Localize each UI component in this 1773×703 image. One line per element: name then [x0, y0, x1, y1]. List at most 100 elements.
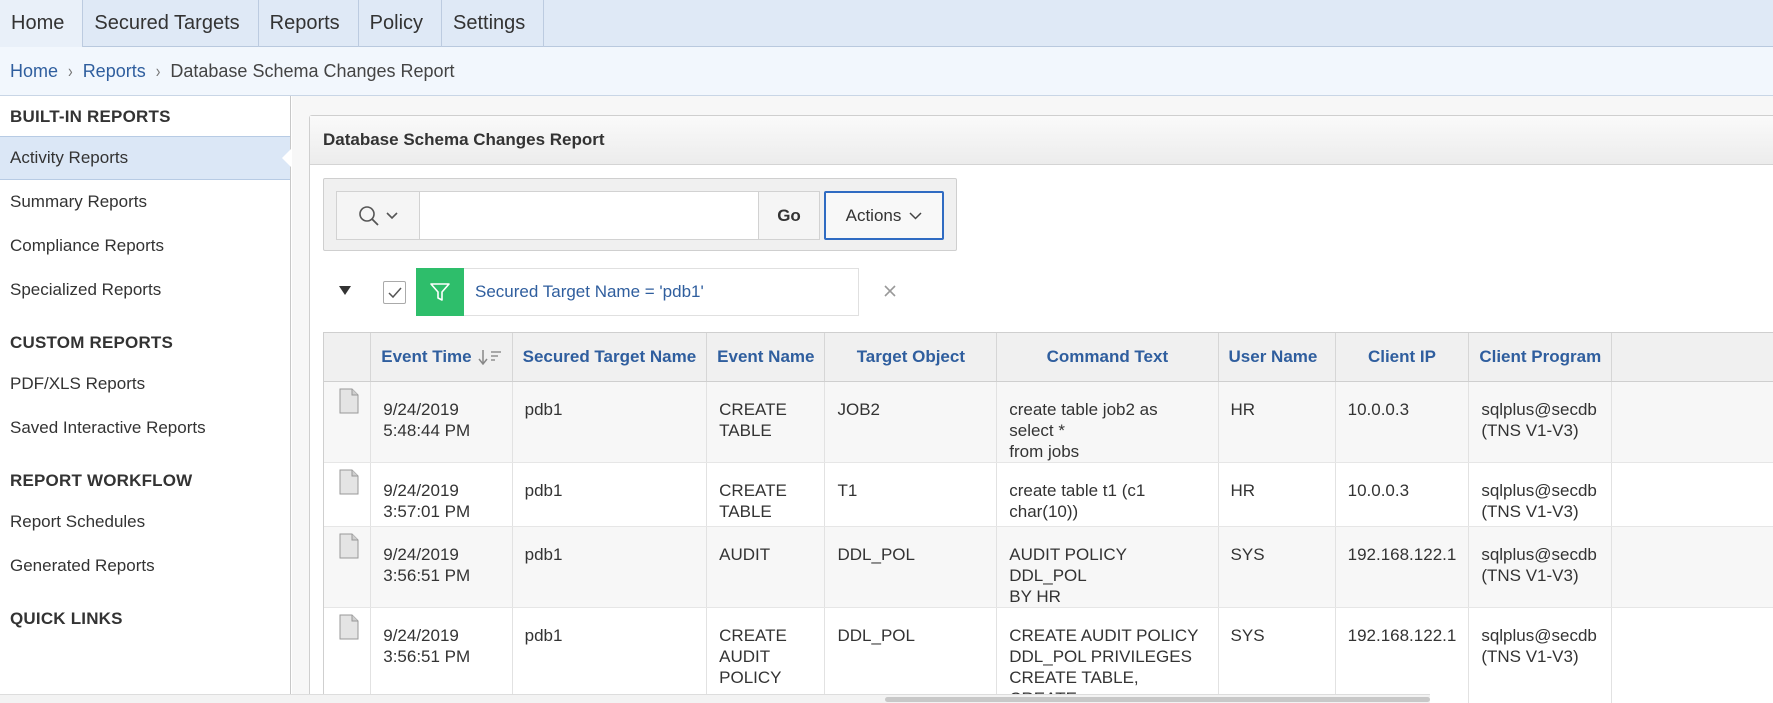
cell-user-name: HR	[1218, 462, 1336, 527]
cell-client-program: sqlplus@secdb (TNS V1-V3)	[1468, 526, 1613, 608]
actions-label: Actions	[845, 205, 902, 225]
tab-reports[interactable]: Reports	[259, 0, 359, 47]
cell-secured-target: pdb1	[512, 607, 708, 703]
sidebar-item-saved-interactive-reports[interactable]: Saved Interactive Reports	[0, 406, 290, 450]
sidebar-item-compliance-reports[interactable]: Compliance Reports	[0, 224, 290, 268]
cell-user-name: SYS	[1218, 607, 1336, 703]
table-row[interactable]: 9/24/2019 5:48:44 PM pdb1 CREATE TABLE JOB…	[324, 381, 1773, 463]
column-header-select	[324, 333, 372, 382]
report-table: Event Time Secured Target Name Event Nam…	[324, 333, 1773, 703]
tab-policy[interactable]: Policy	[359, 0, 443, 47]
breadcrumb-home-link[interactable]: Home	[10, 61, 58, 82]
checkmark-icon	[387, 287, 402, 298]
column-header-client-ip[interactable]: Client IP	[1335, 333, 1470, 382]
sidebar-item-report-schedules[interactable]: Report Schedules	[0, 500, 290, 544]
cell-secured-target: pdb1	[512, 381, 708, 463]
cell-event-name: CREATE TABLE	[706, 462, 826, 527]
cell-target-object: DDL_POL	[824, 607, 998, 703]
close-icon[interactable]	[878, 279, 902, 303]
report-title: Database Schema Changes Report	[310, 116, 1773, 165]
column-header-command-text[interactable]: Command Text	[996, 333, 1219, 382]
cell-client-ip: 192.168.122.1	[1335, 607, 1470, 703]
go-button[interactable]: Go	[759, 191, 820, 240]
filter-icon[interactable]	[416, 267, 464, 316]
breadcrumb-reports-link[interactable]: Reports	[83, 61, 146, 82]
breadcrumb: Home › Reports › Database Schema Changes…	[0, 47, 1773, 96]
cell-command-text: AUDIT POLICY DDL_POL BY HR	[996, 526, 1219, 608]
filter-text[interactable]: Secured Target Name = 'pdb1'	[464, 282, 704, 302]
cell-target-object: JOB2	[824, 381, 998, 463]
row-detail-cell[interactable]	[324, 526, 372, 608]
column-header-secured-target-name[interactable]: Secured Target Name	[512, 333, 708, 382]
search-toolbar: Go Actions	[323, 178, 957, 251]
cell-client-program: sqlplus@secdb (TNS V1-V3)	[1468, 607, 1613, 703]
cell-client-ip: 10.0.0.3	[1335, 462, 1470, 527]
cell-event-time: 9/24/2019 3:56:51 PM	[370, 526, 513, 608]
sidebar-item-generated-reports[interactable]: Generated Reports	[0, 544, 290, 588]
sidebar-item-summary-reports[interactable]: Summary Reports	[0, 180, 290, 224]
collapse-triangle-icon[interactable]	[337, 282, 353, 298]
table-header-row: Event Time Secured Target Name Event Nam…	[324, 333, 1773, 382]
tab-secured-targets[interactable]: Secured Targets	[83, 0, 259, 47]
cell-command-text: create table job2 as select * from jobs	[996, 381, 1219, 463]
sidebar-item-specialized-reports[interactable]: Specialized Reports	[0, 268, 290, 312]
cell-next	[1611, 607, 1773, 703]
sidebar: BUILT-IN REPORTS Activity Reports Summar…	[0, 96, 291, 703]
document-icon[interactable]	[338, 388, 360, 414]
breadcrumb-current: Database Schema Changes Report	[170, 60, 455, 81]
search-icon	[359, 205, 379, 226]
row-detail-cell[interactable]	[324, 462, 372, 527]
cell-secured-target: pdb1	[512, 526, 708, 608]
top-nav: Home Secured Targets Reports Policy Sett…	[0, 0, 1773, 47]
cell-user-name: SYS	[1218, 526, 1336, 608]
row-detail-cell[interactable]	[324, 381, 372, 463]
chevron-down-icon	[386, 211, 398, 219]
cell-event-time: 9/24/2019 3:57:01 PM	[370, 462, 513, 527]
document-icon[interactable]	[338, 533, 360, 559]
document-icon[interactable]	[338, 469, 360, 495]
cell-event-name: CREATE AUDIT POLICY	[706, 607, 826, 703]
cell-event-name: AUDIT	[706, 526, 826, 608]
search-input[interactable]	[420, 191, 759, 240]
scrollbar-thumb[interactable]	[885, 697, 1430, 702]
horizontal-scrollbar[interactable]	[0, 694, 1430, 703]
actions-button[interactable]: Actions	[824, 191, 944, 240]
sidebar-heading-workflow: REPORT WORKFLOW	[10, 471, 193, 490]
column-header-target-object[interactable]: Target Object	[824, 333, 998, 382]
cell-event-time: 9/24/2019 5:48:44 PM	[370, 381, 513, 463]
sidebar-item-activity-reports[interactable]: Activity Reports	[0, 136, 291, 180]
cell-target-object: T1	[824, 462, 998, 527]
cell-event-time: 9/24/2019 3:56:51 PM	[370, 607, 513, 703]
report-table-wrap: Event Time Secured Target Name Event Nam…	[323, 332, 1773, 703]
column-header-event-time[interactable]: Event Time	[370, 333, 513, 382]
table-row[interactable]: 9/24/2019 3:56:51 PM pdb1 AUDIT DDL_POL A…	[324, 526, 1773, 608]
sidebar-heading-builtin: BUILT-IN REPORTS	[10, 107, 171, 126]
cell-client-program: sqlplus@secdb (TNS V1-V3)	[1468, 462, 1613, 527]
column-header-event-name[interactable]: Event Name	[706, 333, 826, 382]
tab-settings[interactable]: Settings	[442, 0, 545, 47]
chevron-down-icon	[909, 211, 922, 220]
cell-client-program: sqlplus@secdb (TNS V1-V3)	[1468, 381, 1613, 463]
column-header-user-name[interactable]: User Name	[1218, 333, 1336, 382]
column-header-client-program[interactable]: Client Program	[1468, 333, 1613, 382]
cell-secured-target: pdb1	[512, 462, 708, 527]
row-detail-cell[interactable]	[324, 607, 372, 703]
tab-home[interactable]: Home	[0, 0, 84, 47]
document-icon[interactable]	[338, 614, 360, 640]
column-header-next[interactable]	[1611, 333, 1773, 382]
sidebar-heading-custom: CUSTOM REPORTS	[10, 333, 174, 352]
filter-pill: Secured Target Name = 'pdb1'	[416, 267, 859, 316]
cell-target-object: DDL_POL	[824, 526, 998, 608]
chevron-right-icon: ›	[68, 60, 73, 82]
cell-next	[1611, 381, 1773, 463]
sidebar-item-pdf-xls-reports[interactable]: PDF/XLS Reports	[0, 362, 290, 406]
filter-enable-checkbox[interactable]	[383, 281, 406, 304]
cell-next	[1611, 462, 1773, 527]
table-row[interactable]: 9/24/2019 3:57:01 PM pdb1 CREATE TABLE T1 …	[324, 462, 1773, 527]
cell-next	[1611, 526, 1773, 608]
table-row[interactable]: 9/24/2019 3:56:51 PM pdb1 CREATE AUDIT POLI…	[324, 607, 1773, 703]
cell-command-text: CREATE AUDIT POLICY DDL_POL PRIVILEGES CRE…	[996, 607, 1219, 703]
filter-row: Secured Target Name = 'pdb1'	[310, 267, 1010, 316]
report-region: Database Schema Changes Report Go Action…	[309, 115, 1773, 703]
search-column-selector[interactable]	[336, 191, 420, 240]
